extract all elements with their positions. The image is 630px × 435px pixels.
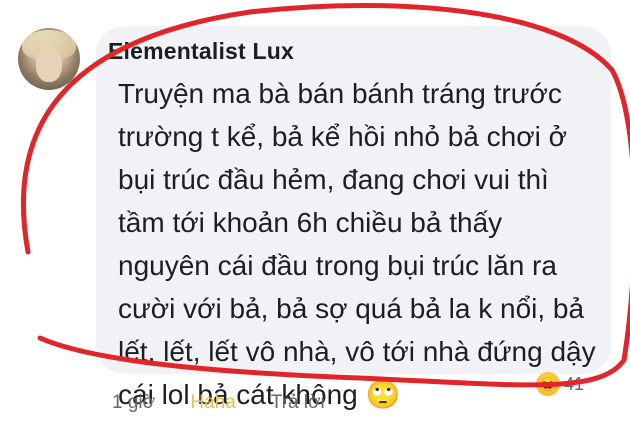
comment-author[interactable]: Elementalist Lux <box>108 38 294 65</box>
comment-time[interactable]: 1 giờ <box>112 392 155 413</box>
avatar[interactable] <box>18 28 80 90</box>
react-button[interactable]: Haha <box>190 392 235 413</box>
comment-body: Truyện ma bà bán bánh tráng trước trường… <box>118 78 596 410</box>
reaction-summary[interactable]: 😆 41 <box>536 372 584 396</box>
reaction-count: 41 <box>564 373 585 394</box>
comment-actions: 1 giờ Haha Trả lời <box>112 392 355 414</box>
rolling-eyes-emoji: 🙄 <box>365 379 401 410</box>
comment-text: Truyện ma bà bán bánh tráng trước trường… <box>118 72 598 416</box>
haha-reaction-icon: 😆 <box>536 372 560 396</box>
reply-button[interactable]: Trả lời <box>271 392 325 413</box>
